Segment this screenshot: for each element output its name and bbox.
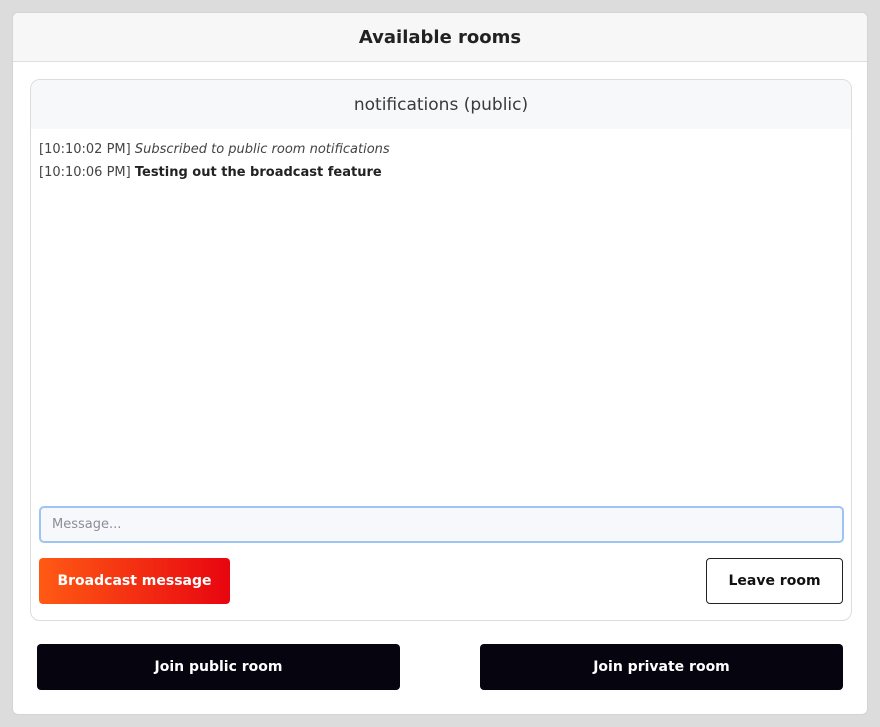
room-panel: notifications (public) [10:10:02 PM] Sub… <box>30 79 852 621</box>
room-header: notifications (public) <box>31 80 851 129</box>
join-public-room-button[interactable]: Join public room <box>37 644 400 690</box>
log-entry: [10:10:02 PM] Subscribed to public room … <box>39 138 843 161</box>
card-header: Available rooms <box>13 13 867 62</box>
rooms-card: Available rooms notifications (public) [… <box>12 12 868 715</box>
log-timestamp: [10:10:06 PM] <box>39 165 131 180</box>
log-timestamp: [10:10:02 PM] <box>39 142 131 157</box>
message-input[interactable] <box>39 506 844 543</box>
log-text: Subscribed to public room notifications <box>134 142 390 157</box>
broadcast-button[interactable]: Broadcast message <box>39 558 230 604</box>
room-title: notifications (public) <box>353 94 529 115</box>
message-log: [10:10:02 PM] Subscribed to public room … <box>39 138 843 184</box>
page-title: Available rooms <box>358 26 522 48</box>
log-text: Testing out the broadcast feature <box>134 165 382 180</box>
leave-room-button[interactable]: Leave room <box>706 558 843 604</box>
join-private-room-button[interactable]: Join private room <box>480 644 843 690</box>
log-entry: [10:10:06 PM] Testing out the broadcast … <box>39 161 843 184</box>
